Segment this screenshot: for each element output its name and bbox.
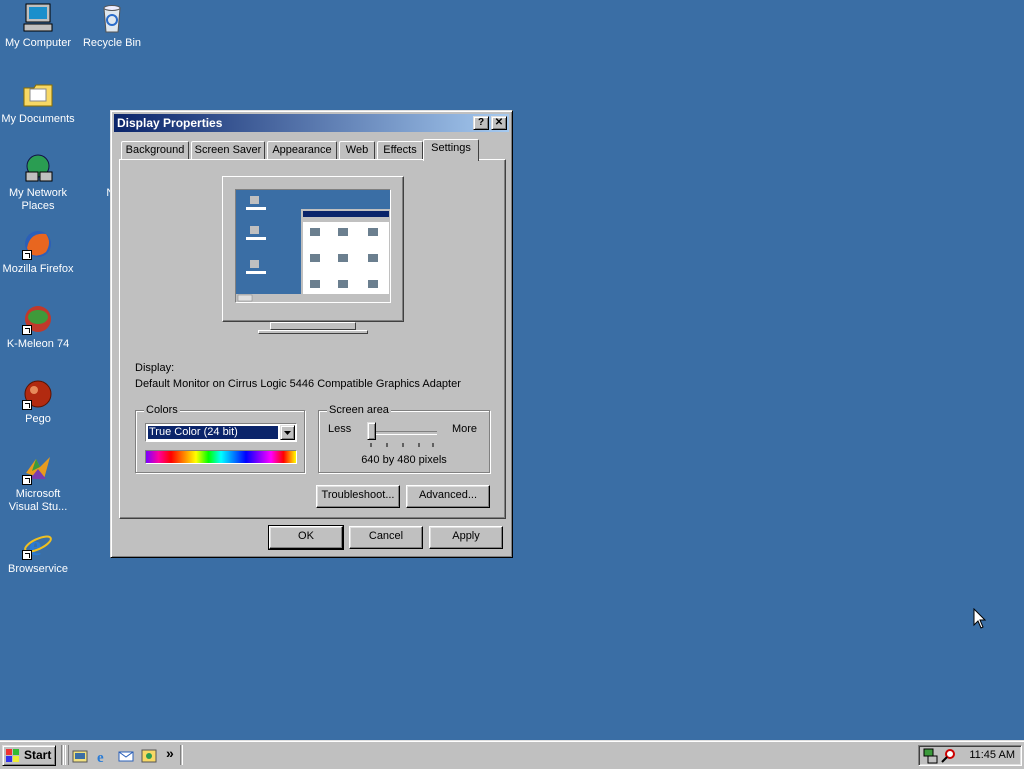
folder-icon: [22, 78, 54, 110]
desktop-icon-label: Pego: [25, 413, 51, 425]
system-tray: 11:45 AM: [918, 745, 1022, 766]
colors-group: Colors True Color (24 bit): [135, 404, 305, 473]
tab-effects[interactable]: Effects: [377, 141, 423, 159]
desktop-icon-visual-studio[interactable]: Microsoft Visual Stu...: [0, 453, 76, 514]
color-spectrum-bar: [145, 450, 297, 464]
shortcut-arrow-icon: [22, 400, 32, 410]
tab-screen-saver[interactable]: Screen Saver: [191, 141, 265, 159]
screen-area-group-label: Screen area: [327, 404, 391, 416]
display-adapter-value: Default Monitor on Cirrus Logic 5446 Com…: [135, 378, 461, 390]
cancel-button[interactable]: Cancel: [349, 526, 423, 549]
quicklaunch-grip[interactable]: [65, 745, 69, 765]
svg-text:e: e: [97, 750, 104, 764]
taskbar-separator-2: [180, 745, 183, 765]
start-label: Start: [24, 748, 52, 762]
slider-less-label: Less: [328, 423, 352, 435]
internet-explorer-icon[interactable]: e: [95, 748, 111, 766]
display-label: Display:: [135, 362, 175, 374]
outlook-express-icon[interactable]: [118, 748, 134, 764]
color-depth-value: True Color (24 bit): [148, 426, 278, 439]
pego-icon: [22, 378, 54, 410]
start-button[interactable]: Start: [2, 745, 56, 766]
internet-explorer-icon: e: [22, 528, 54, 562]
chevron-down-icon: [284, 431, 291, 435]
taskbar-separator: [61, 745, 64, 765]
apply-button[interactable]: Apply: [429, 526, 503, 549]
desktop-icon-mozilla-firefox[interactable]: Mozilla Firefox: [0, 228, 76, 276]
mouse-cursor-icon: [973, 608, 987, 629]
desktop-icon-k-meleon[interactable]: K-Meleon 74: [0, 303, 76, 351]
desktop-icon-label: Recycle Bin: [82, 37, 142, 49]
visual-studio-icon: [22, 453, 54, 485]
title-bar[interactable]: Display Properties ? ✕: [114, 114, 509, 132]
troubleshoot-button[interactable]: Troubleshoot...: [316, 485, 400, 508]
color-depth-select[interactable]: True Color (24 bit): [145, 423, 297, 442]
quicklaunch-more-chevron[interactable]: »: [166, 745, 174, 761]
shortcut-arrow-icon: [22, 475, 32, 485]
help-button[interactable]: ?: [473, 116, 489, 130]
media-player-icon[interactable]: [141, 748, 157, 764]
tab-web[interactable]: Web: [339, 141, 375, 159]
desktop-icon-label: Browservice: [8, 563, 68, 575]
resolution-slider-track[interactable]: [369, 431, 437, 435]
show-desktop-icon[interactable]: [72, 748, 88, 764]
monitor-preview-screen: [235, 189, 391, 303]
chameleon-icon: [22, 303, 54, 335]
monitor-stand: [270, 322, 356, 330]
tab-background[interactable]: Background: [121, 141, 189, 159]
network-tray-icon[interactable]: [923, 748, 939, 764]
settings-panel: Display: Default Monitor on Cirrus Logic…: [119, 159, 506, 519]
desktop-icon-label: My Computer: [4, 37, 72, 49]
desktop-icon-browservice[interactable]: e Browservice: [0, 528, 76, 576]
tab-appearance[interactable]: Appearance: [267, 141, 337, 159]
ok-button[interactable]: OK: [268, 525, 344, 550]
shortcut-arrow-icon: [22, 550, 32, 560]
desktop-icon-my-documents[interactable]: My Documents: [0, 78, 76, 126]
magnifier-tray-icon[interactable]: [941, 748, 957, 764]
tab-settings[interactable]: Settings: [423, 139, 479, 161]
firefox-icon: [22, 228, 54, 260]
taskbar: Start e » 11:45 AM: [0, 740, 1024, 769]
computer-icon: [22, 2, 54, 34]
slider-more-label: More: [451, 423, 477, 435]
advanced-button[interactable]: Advanced...: [406, 485, 490, 508]
resolution-value: 640 by 480 pixels: [361, 454, 447, 466]
desktop-icon-label: K-Meleon 74: [6, 338, 70, 350]
desktop-icon-pego[interactable]: Pego: [0, 378, 76, 426]
desktop-icon-recycle-bin[interactable]: Recycle Bin: [74, 2, 150, 50]
windows-logo-icon: [6, 749, 20, 762]
preview-desktop-image: [236, 190, 390, 302]
colors-group-label: Colors: [144, 404, 180, 416]
clock[interactable]: 11:45 AM: [969, 749, 1015, 761]
slider-ticks: [370, 443, 434, 447]
resolution-slider-thumb[interactable]: [367, 422, 376, 440]
shortcut-arrow-icon: [22, 250, 32, 260]
network-globe-icon: [22, 152, 54, 184]
close-button[interactable]: ✕: [491, 116, 507, 130]
dropdown-arrow-button[interactable]: [280, 425, 295, 440]
monitor-preview: [222, 176, 404, 322]
screen-area-group: Screen area Less More 640 by 480 pixels: [318, 404, 490, 473]
recycle-bin-icon: [96, 2, 128, 34]
display-properties-window: Display Properties ? ✕ Background Screen…: [110, 110, 513, 558]
monitor-base: [258, 330, 368, 334]
shortcut-arrow-icon: [22, 325, 32, 335]
desktop-icon-my-computer[interactable]: My Computer: [0, 2, 76, 50]
desktop-icon-label: Microsoft Visual Stu...: [8, 488, 68, 513]
desktop-icon-label: My Documents: [1, 113, 75, 125]
desktop-icon-label: Mozilla Firefox: [2, 263, 74, 275]
window-title: Display Properties: [117, 116, 223, 130]
